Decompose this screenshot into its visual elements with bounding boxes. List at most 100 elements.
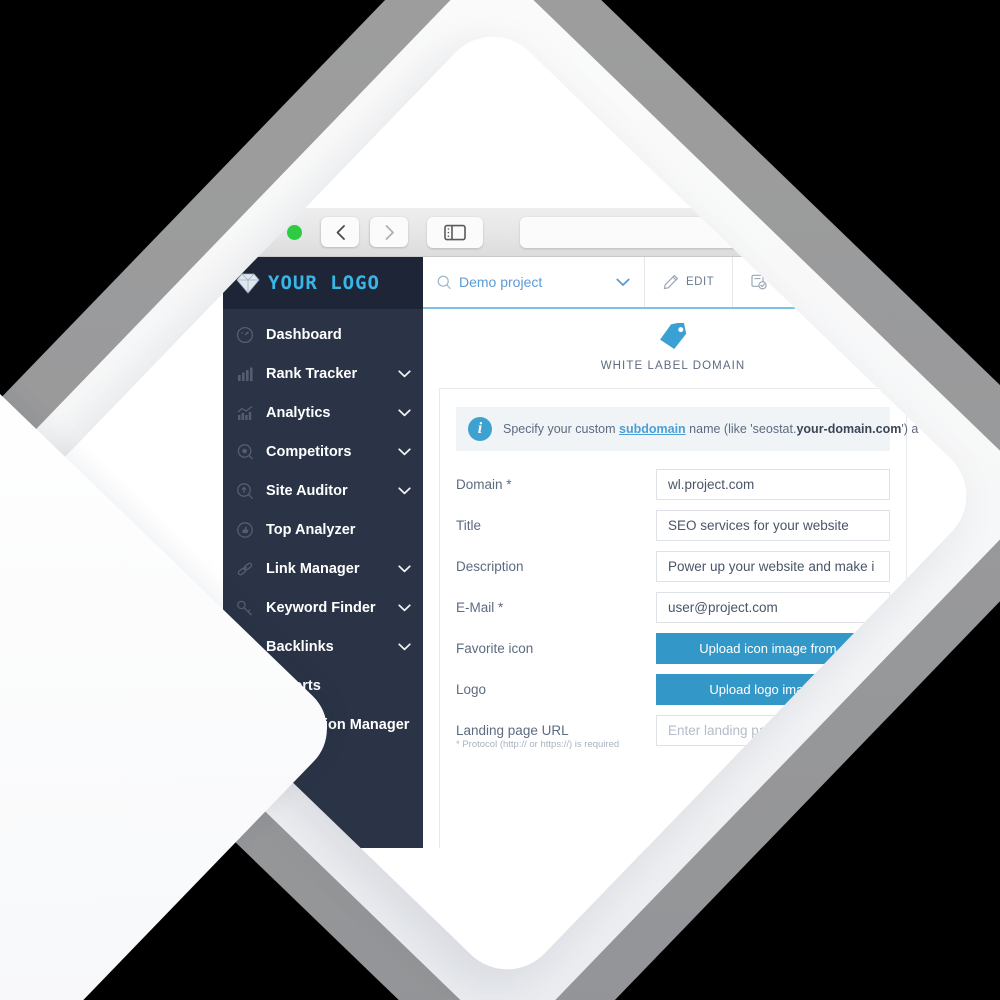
thumbs-up-icon — [237, 521, 253, 538]
sidebar-item-expand-caret[interactable] — [398, 639, 411, 655]
form-label-text: Favorite icon — [456, 641, 534, 656]
subdomain-notice: i Specify your custom subdomain name (li… — [456, 407, 918, 451]
zoom-window-button[interactable] — [287, 224, 302, 240]
sidebar-logo[interactable]: YOUR LOGO — [223, 257, 423, 309]
sidebar-item-dashboard[interactable]: Dashboard — [223, 315, 423, 354]
form-label-domain: Domain * — [456, 469, 656, 492]
project-name: Demo project — [459, 274, 543, 290]
link-icon-wrap — [236, 560, 260, 578]
form-label-description: Description — [456, 551, 656, 574]
form-control-e-mail: user@project.com — [656, 592, 890, 623]
thumbs-up-icon-wrap — [236, 521, 260, 539]
sidebar-item-top-analyzer[interactable]: Top Analyzer — [223, 510, 423, 549]
notice-middle: name (like 'seostat. — [685, 422, 797, 436]
subdomain-link[interactable]: subdomain — [619, 422, 686, 436]
back-button[interactable] — [321, 217, 359, 248]
chevron-left-icon — [336, 224, 345, 240]
bar-chart-icon — [238, 367, 253, 381]
sidebar-item-keyword-finder[interactable]: Keyword Finder — [223, 588, 423, 627]
search-circle-icon — [437, 275, 451, 289]
form-panel: i Specify your custom subdomain name (li… — [439, 387, 918, 848]
magnifier-icon-wrap — [236, 482, 260, 500]
pencil-icon — [663, 274, 678, 290]
form-row-favorite-icon: Favorite icon Upload icon image from c — [456, 633, 890, 664]
analytics-icon — [237, 405, 253, 420]
price-tag-icon — [660, 321, 687, 350]
form-label-e-mail: E-Mail * — [456, 592, 656, 615]
sidebar-item-rank-tracker[interactable]: Rank Tracker — [223, 354, 423, 393]
sidebar-item-label: Link Manager — [266, 560, 360, 577]
form-label-text: Logo — [456, 682, 487, 697]
chevron-down-icon — [398, 447, 411, 455]
link-icon — [237, 562, 253, 575]
sidebar-item-label: Backlinks — [265, 638, 334, 655]
chevron-down-icon — [398, 642, 411, 650]
sidebar-item-site-auditor[interactable]: Site Auditor — [223, 471, 423, 510]
diamond-logo-icon — [236, 273, 260, 294]
dashboard-icon-wrap — [236, 326, 260, 344]
form-label-landing-page-url: Landing page URL * Protocol (http:// or h… — [456, 715, 656, 751]
form-row-e-mail: E-Mail * user@project.com — [456, 592, 890, 623]
form-label-hint: * Protocol (http:// or https://) is requ… — [456, 739, 620, 750]
notice-suffix: ') a — [901, 421, 919, 436]
chevron-down-icon — [398, 564, 411, 572]
sidebar-item-expand-caret[interactable] — [398, 366, 411, 382]
chevron-down-icon — [398, 408, 411, 416]
sidebar-item-link-manager[interactable]: Link Manager — [223, 549, 423, 588]
magnifier-icon — [237, 482, 254, 499]
text-input-domain[interactable]: wl.project.com — [656, 469, 890, 500]
form-control-description: Power up your website and make i — [656, 551, 890, 582]
notice-domain: your-domain.com — [796, 421, 902, 436]
sidebar-toggle-button[interactable] — [427, 216, 483, 248]
chevron-down-icon — [616, 278, 630, 286]
text-input-title[interactable]: SEO services for your website — [656, 510, 890, 541]
text-input-e-mail[interactable]: user@project.com — [656, 592, 890, 623]
form-label-text: E-Mail * — [455, 600, 504, 615]
sidebar-panel-icon — [444, 224, 466, 240]
dashboard-icon — [236, 326, 254, 343]
sidebar-item-label: Dashboard — [266, 326, 342, 343]
sidebar-item-label: Analytics — [266, 404, 331, 421]
sidebar-item-expand-caret[interactable] — [398, 405, 411, 421]
form-label-text: Domain * — [456, 477, 512, 493]
sidebar-item-competitors[interactable]: Competitors — [223, 432, 423, 471]
form-label-text: Landing page URL — [456, 723, 569, 738]
key-icon-wrap — [236, 599, 260, 617]
sidebar-item-expand-caret[interactable] — [398, 600, 411, 616]
bar-chart-icon-wrap — [236, 365, 260, 383]
chevron-down-icon — [398, 369, 411, 377]
form-label-logo: Logo — [456, 674, 656, 697]
sidebar-item-label: Site Auditor — [266, 482, 348, 499]
target-icon — [237, 443, 253, 459]
subdomain-notice-text: Specify your custom subdomain name (like… — [503, 422, 918, 436]
notice-prefix: Specify your custom — [503, 422, 620, 436]
form-label-text: Description — [456, 559, 524, 574]
form-control-domain: wl.project.com — [656, 469, 890, 500]
form-label-text: Title — [456, 518, 482, 533]
form-control-title: SEO services for your website — [656, 510, 890, 541]
form-row-title: Title SEO services for your website — [456, 510, 890, 541]
chevron-right-icon — [385, 224, 394, 240]
forward-button[interactable] — [370, 217, 408, 247]
text-input-description[interactable]: Power up your website and make i — [656, 551, 890, 582]
sidebar-logo-text: YOUR LOGO — [268, 272, 380, 294]
form-label-favorite-icon: Favorite icon — [456, 633, 656, 656]
sidebar-item-label: Top Analyzer — [265, 521, 356, 538]
info-icon: i — [468, 417, 492, 441]
project-selector[interactable]: Demo project — [423, 257, 645, 307]
sidebar-item-expand-caret[interactable] — [398, 483, 411, 499]
target-icon-wrap — [236, 443, 260, 461]
form-row-description: Description Power up your website and mak… — [456, 551, 890, 582]
form-row-domain: Domain * wl.project.com — [456, 469, 890, 500]
chevron-down-icon — [398, 603, 411, 611]
page-title: WHITE LABEL DOMAIN — [600, 360, 746, 372]
sidebar-item-expand-caret[interactable] — [398, 444, 411, 460]
key-icon — [237, 600, 252, 615]
sidebar-item-expand-caret[interactable] — [398, 561, 411, 577]
sidebar-item-analytics[interactable]: Analytics — [223, 393, 423, 432]
sidebar-item-label: Keyword Finder — [265, 599, 376, 616]
form-label-title: Title — [456, 510, 656, 533]
composition-stage: YOUR LOGO Dashboard Rank Tracker Analytics… — [0, 0, 1000, 1000]
chevron-down-icon — [398, 486, 411, 494]
edit-project-button[interactable]: EDIT — [645, 257, 734, 307]
